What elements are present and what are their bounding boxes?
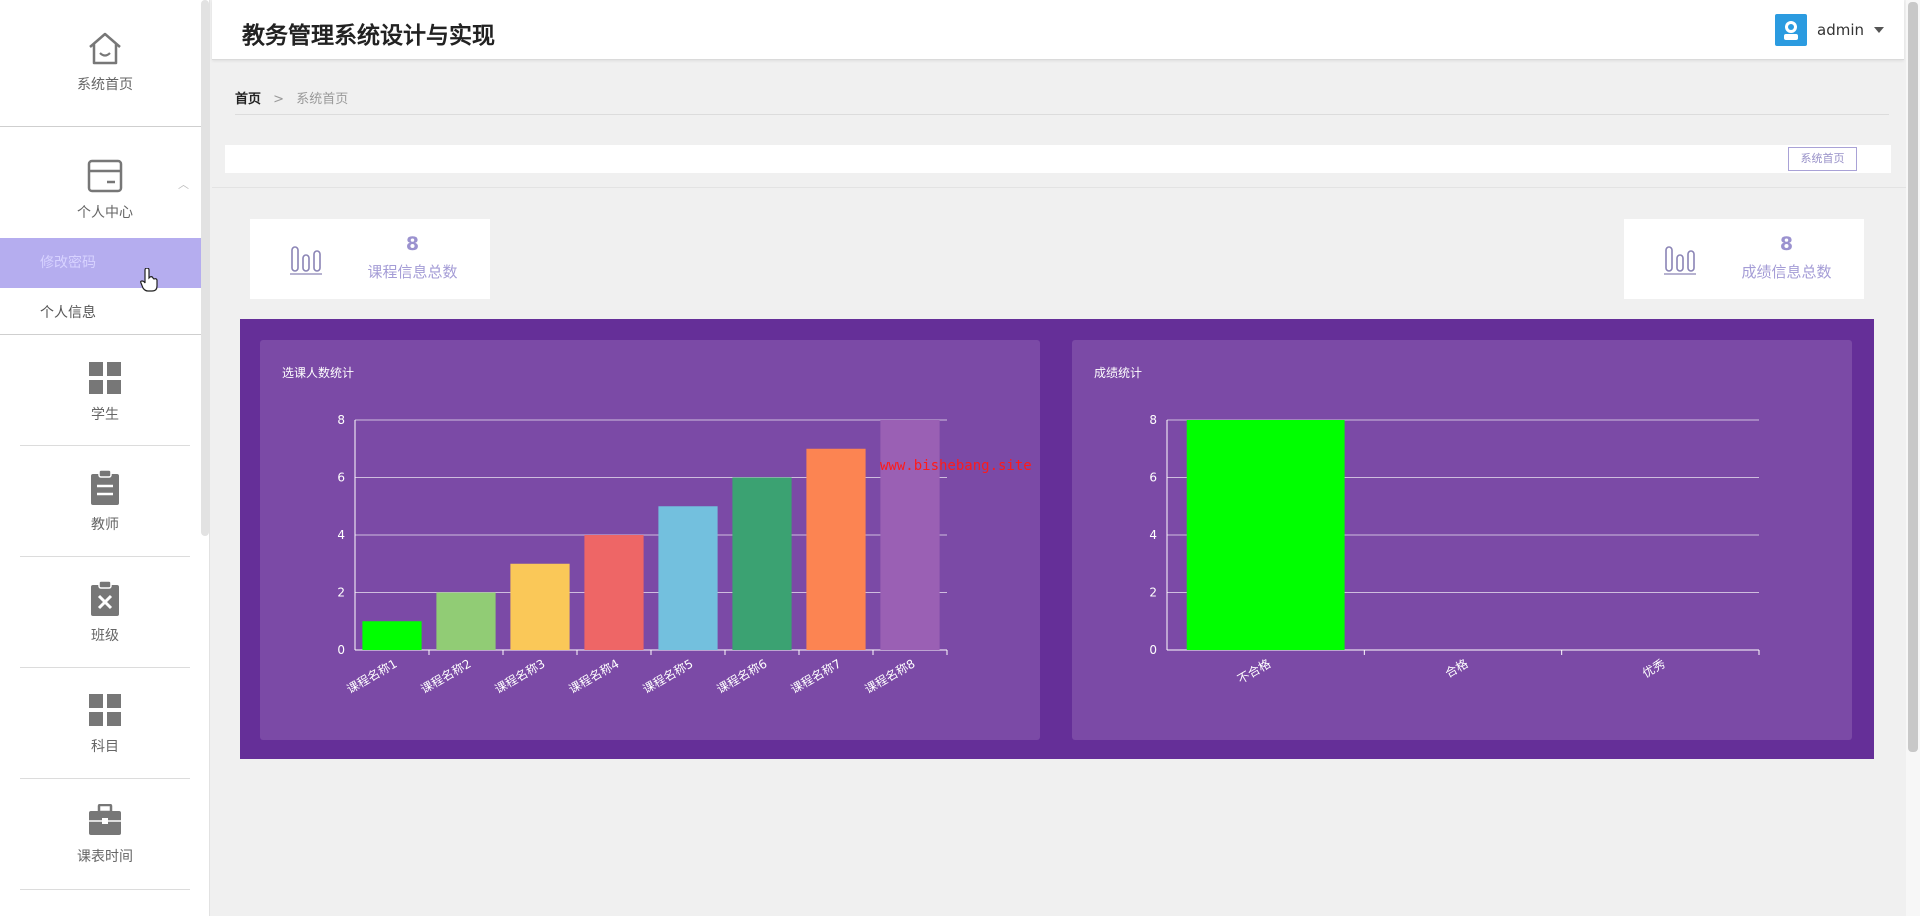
enrollment-bar-chart: 0 2 4 6 8 课程名称1 课程名称2 课程名称3 课程名称4 课程名称5 课程名称6 课程名称7… <box>337 413 948 697</box>
sidebar-item-subjects[interactable]: 科目 <box>0 690 209 756</box>
x-tick-label: 课程名称6 <box>714 656 770 697</box>
sidebar-subitem-personal-info[interactable]: 个人信息 <box>0 288 209 338</box>
breadcrumb-current: 系统首页 <box>296 92 349 107</box>
bar-chart-icon <box>1664 243 1696 279</box>
tab-home[interactable]: 系统首页 <box>1788 147 1857 171</box>
divider <box>20 667 190 668</box>
divider <box>20 556 190 557</box>
divider <box>20 445 190 446</box>
y-tick-label: 8 <box>337 413 345 427</box>
grid-icon <box>85 358 125 398</box>
divider <box>235 114 1889 115</box>
x-tick-label: 合格 <box>1442 656 1470 681</box>
breadcrumb-separator: > <box>273 92 285 107</box>
chart-card-grades: 成绩统计 0 2 4 6 8 不合格 合格 优秀 <box>1072 340 1852 740</box>
x-tick-label: 优秀 <box>1640 656 1668 680</box>
top-header: 教务管理系统设计与实现 admin <box>212 0 1904 60</box>
bar <box>436 592 496 650</box>
y-tick-label: 0 <box>1149 643 1157 657</box>
clipboard-icon <box>85 468 125 508</box>
y-tick-label: 2 <box>1149 586 1157 600</box>
x-tick-label: 课程名称3 <box>492 656 548 697</box>
divider <box>20 778 190 779</box>
chevron-up-icon[interactable]: ︿ <box>178 176 189 192</box>
y-tick-label: 4 <box>337 528 345 542</box>
sidebar-item-students[interactable]: 学生 <box>0 358 209 424</box>
chart-card-enrollment: 选课人数统计 0 2 4 6 8 课程名称1 课程名称2 课程名称3 课程名称4 课程名称5 课程名… <box>260 340 1040 740</box>
bar <box>584 535 644 650</box>
breadcrumb: 首页 > 系统首页 <box>235 88 348 107</box>
x-tick-label: 课程名称4 <box>566 656 622 697</box>
stat-label: 成绩信息总数 <box>1741 263 1832 281</box>
stat-card-courses: 8 课程信息总数 <box>250 219 490 299</box>
sidebar-item-home[interactable]: 系统首页 <box>0 28 209 94</box>
scrollbar-thumb[interactable] <box>1908 2 1918 752</box>
sidebar-item-label: 个人中心 <box>77 205 133 221</box>
divider <box>212 187 1906 188</box>
sidebar-item-label: 学生 <box>91 407 119 423</box>
grid-icon <box>85 690 125 730</box>
x-tick-label: 课程名称1 <box>344 656 400 697</box>
sidebar-item-label: 教师 <box>91 517 119 533</box>
breadcrumb-home[interactable]: 首页 <box>235 92 261 107</box>
sidebar: 系统首页 个人中心 ︿ 修改密码 个人信息 学生 教师 班级 科目 课表时间 <box>0 0 210 916</box>
y-tick-label: 6 <box>1149 471 1157 485</box>
stat-label: 课程信息总数 <box>367 263 458 281</box>
page-scrollbar[interactable] <box>1906 0 1920 916</box>
x-tick-label: 课程名称5 <box>640 656 696 697</box>
y-tick-label: 2 <box>337 586 345 600</box>
briefcase-icon <box>85 800 125 840</box>
sidebar-item-schedule[interactable]: 课表时间 <box>0 800 209 866</box>
divider <box>20 889 190 890</box>
bar <box>362 621 422 650</box>
card-icon <box>85 156 125 196</box>
y-tick-label: 6 <box>337 471 345 485</box>
divider <box>0 334 209 335</box>
home-icon <box>85 28 125 68</box>
y-tick-label: 0 <box>337 643 345 657</box>
user-name: admin <box>1817 21 1864 39</box>
hand-cursor-icon <box>140 267 158 296</box>
sidebar-scrollbar[interactable] <box>201 0 209 536</box>
x-tick-label: 课程名称2 <box>418 656 474 697</box>
sidebar-item-label: 课表时间 <box>77 849 133 865</box>
divider <box>0 126 209 127</box>
sidebar-item-classes[interactable]: 班级 <box>0 579 209 645</box>
watermark: www.bishebang.site <box>880 458 1032 474</box>
x-tick-label: 课程名称8 <box>862 656 918 697</box>
caret-down-icon <box>1874 27 1884 33</box>
sidebar-item-label: 科目 <box>91 739 119 755</box>
sidebar-item-teachers[interactable]: 教师 <box>0 468 209 534</box>
charts-panel: 选课人数统计 0 2 4 6 8 课程名称1 课程名称2 课程名称3 课程名称4 课程名称5 课程名… <box>240 319 1874 759</box>
bar-chart-icon <box>290 243 322 279</box>
stat-value: 8 <box>405 233 420 255</box>
sidebar-subitem-change-password[interactable]: 修改密码 <box>0 238 209 288</box>
stat-card-grades: 8 成绩信息总数 <box>1624 219 1864 299</box>
bar <box>1186 420 1345 650</box>
sidebar-item-label: 系统首页 <box>77 77 133 93</box>
y-tick-label: 4 <box>1149 528 1157 542</box>
tab-bar: 系统首页 <box>225 145 1891 173</box>
y-tick-label: 8 <box>1149 413 1157 427</box>
sidebar-item-label: 班级 <box>91 628 119 644</box>
bar <box>806 448 866 650</box>
bar <box>880 420 940 650</box>
x-tick-label: 不合格 <box>1234 656 1273 687</box>
bar <box>658 506 718 650</box>
x-tick-label: 课程名称7 <box>788 656 844 697</box>
stat-value: 8 <box>1779 233 1794 255</box>
grades-bar-chart: 0 2 4 6 8 不合格 合格 优秀 <box>1149 413 1760 687</box>
bar <box>732 477 792 650</box>
app-title: 教务管理系统设计与实现 <box>242 23 495 49</box>
clipboard-x-icon <box>85 579 125 619</box>
bar <box>510 563 570 650</box>
avatar <box>1775 14 1807 46</box>
user-menu[interactable]: admin <box>1775 14 1884 46</box>
